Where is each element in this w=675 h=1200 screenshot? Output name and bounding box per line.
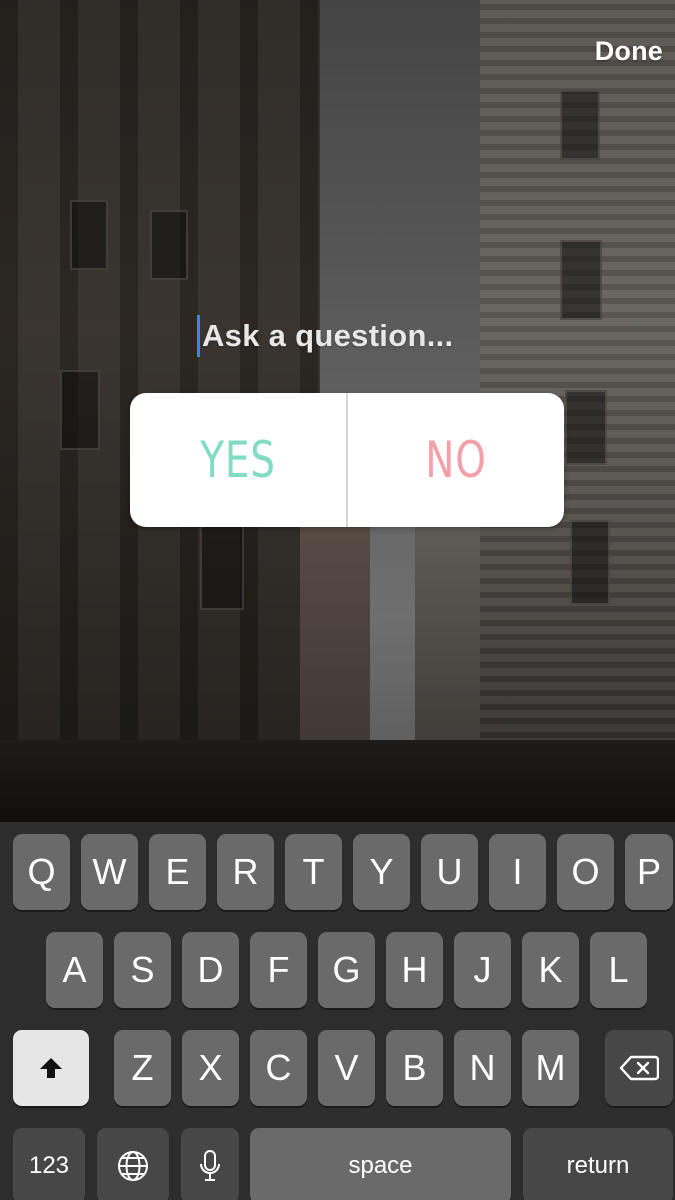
- done-button[interactable]: Done: [595, 36, 663, 67]
- keyboard-row-4: 123 space return: [0, 1128, 675, 1200]
- question-field[interactable]: Ask a question...: [197, 314, 453, 358]
- key-p[interactable]: P: [625, 834, 673, 910]
- keyboard-row-1: Q W E R T Y U I O P: [0, 834, 675, 910]
- space-key[interactable]: space: [250, 1128, 511, 1200]
- key-a[interactable]: A: [46, 932, 103, 1008]
- key-s[interactable]: S: [114, 932, 171, 1008]
- globe-icon: [116, 1149, 150, 1183]
- globe-key[interactable]: [97, 1128, 169, 1200]
- key-u[interactable]: U: [421, 834, 478, 910]
- key-m[interactable]: M: [522, 1030, 579, 1106]
- return-key[interactable]: return: [523, 1128, 673, 1200]
- microphone-icon: [199, 1149, 221, 1183]
- keyboard-row-3: Z X C V B N M: [0, 1030, 675, 1106]
- key-w[interactable]: W: [81, 834, 138, 910]
- poll-option-no[interactable]: NO: [372, 393, 540, 527]
- key-o[interactable]: O: [557, 834, 614, 910]
- mic-key[interactable]: [181, 1128, 239, 1200]
- key-i[interactable]: I: [489, 834, 546, 910]
- keyboard-row-2: A S D F G H J K L: [0, 932, 675, 1008]
- key-v[interactable]: V: [318, 1030, 375, 1106]
- key-g[interactable]: G: [318, 932, 375, 1008]
- key-e[interactable]: E: [149, 834, 206, 910]
- key-y[interactable]: Y: [353, 834, 410, 910]
- key-f[interactable]: F: [250, 932, 307, 1008]
- poll-sticker[interactable]: YES NO: [130, 393, 564, 527]
- text-caret: [197, 315, 200, 357]
- key-d[interactable]: D: [182, 932, 239, 1008]
- key-n[interactable]: N: [454, 1030, 511, 1106]
- poll-option-yes[interactable]: YES: [154, 393, 322, 527]
- key-c[interactable]: C: [250, 1030, 307, 1106]
- poll-divider: [346, 393, 348, 527]
- key-z[interactable]: Z: [114, 1030, 171, 1106]
- key-r[interactable]: R: [217, 834, 274, 910]
- numbers-key[interactable]: 123: [13, 1128, 85, 1200]
- key-x[interactable]: X: [182, 1030, 239, 1106]
- key-b[interactable]: B: [386, 1030, 443, 1106]
- shift-arrow-icon: [38, 1055, 64, 1081]
- shift-key[interactable]: [13, 1030, 89, 1106]
- story-editor-screen: Done Ask a question... YES NO Q W E R T …: [0, 0, 675, 1200]
- question-placeholder: Ask a question...: [202, 318, 454, 353]
- key-t[interactable]: T: [285, 834, 342, 910]
- key-k[interactable]: K: [522, 932, 579, 1008]
- key-h[interactable]: H: [386, 932, 443, 1008]
- backspace-icon: [619, 1054, 659, 1082]
- key-l[interactable]: L: [590, 932, 647, 1008]
- delete-key[interactable]: [605, 1030, 673, 1106]
- key-q[interactable]: Q: [13, 834, 70, 910]
- keyboard: Q W E R T Y U I O P A S D F G H J K L Z …: [0, 822, 675, 1200]
- key-j[interactable]: J: [454, 932, 511, 1008]
